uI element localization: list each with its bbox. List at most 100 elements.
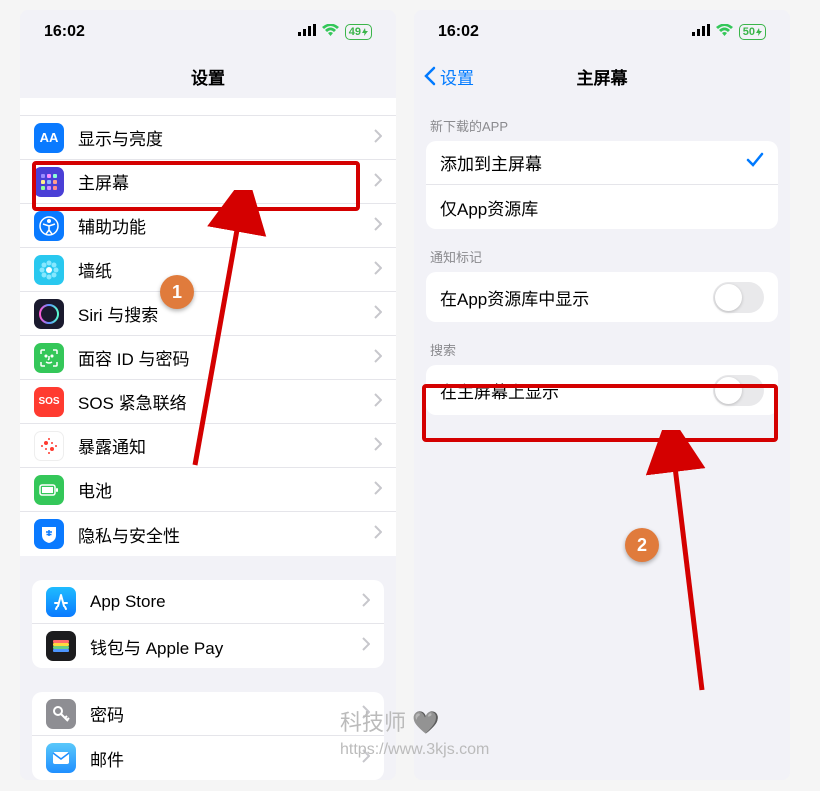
check-icon [746, 151, 764, 174]
mail-icon [46, 743, 76, 773]
key-icon [46, 699, 76, 729]
row-label: 密码 [90, 701, 362, 726]
display-icon: AA [34, 123, 64, 153]
chevron-icon [374, 128, 382, 148]
row-label: 仅App资源库 [440, 195, 764, 220]
phone-settings: 16:02 49 设置 AA 显示与亮度 [20, 10, 396, 780]
battery-icon: 49 [345, 24, 372, 40]
status-time: 16:02 [438, 23, 479, 41]
siri-icon [34, 299, 64, 329]
wifi-icon [716, 23, 733, 41]
row-label: App Store [90, 592, 362, 612]
row-accessibility[interactable]: 辅助功能 [20, 204, 396, 248]
back-label: 设置 [440, 64, 474, 89]
status-right: 50 [692, 23, 766, 41]
row-label: 暴露通知 [78, 433, 374, 458]
settings-list-3: 密码 邮件 [32, 692, 384, 780]
chevron-icon [374, 436, 382, 456]
heart-icon: 🩶 [412, 710, 439, 735]
watermark-url: https://www.3kjs.com [340, 739, 489, 761]
chevron-icon [374, 172, 382, 192]
row-passwords[interactable]: 密码 [32, 692, 384, 736]
section-new-apps: 添加到主屏幕 仅App资源库 [426, 141, 778, 229]
signal-icon [692, 23, 710, 41]
row-label: 主屏幕 [78, 169, 374, 194]
row-privacy[interactable]: 隐私与安全性 [20, 512, 396, 556]
status-bar: 16:02 49 [20, 10, 396, 54]
exposure-icon [34, 431, 64, 461]
section-header-search: 搜索 [414, 322, 790, 365]
battery-icon: 50 [739, 24, 766, 40]
annotation-badge-2: 2 [625, 528, 659, 562]
chevron-icon [374, 524, 382, 544]
row-mail[interactable]: 邮件 [32, 736, 384, 780]
wallpaper-icon [34, 255, 64, 285]
row-add-to-home[interactable]: 添加到主屏幕 [426, 141, 778, 185]
row-battery[interactable]: 电池 [20, 468, 396, 512]
row-wallet[interactable]: 钱包与 Apple Pay [32, 624, 384, 668]
faceid-icon [34, 343, 64, 373]
wifi-icon [322, 23, 339, 41]
nav-bar: 设置 主屏幕 [414, 54, 790, 98]
chevron-icon [362, 636, 370, 656]
section-header-badges: 通知标记 [414, 229, 790, 272]
status-time: 16:02 [44, 23, 85, 41]
row-exposure[interactable]: 暴露通知 [20, 424, 396, 468]
row-show-on-home: 在主屏幕上显示 [426, 365, 778, 415]
row-label: SOS 紧急联络 [78, 389, 374, 414]
settings-list-1: AA 显示与亮度 主屏幕 辅助功能 [20, 116, 396, 556]
row-label: 邮件 [90, 746, 362, 771]
row-label: 隐私与安全性 [78, 522, 374, 547]
section-search: 在主屏幕上显示 [426, 365, 778, 415]
row-label: 辅助功能 [78, 213, 374, 238]
sos-icon: SOS [34, 387, 64, 417]
annotation-badge-1: 1 [160, 275, 194, 309]
page-title: 主屏幕 [577, 64, 628, 89]
accessibility-icon [34, 211, 64, 241]
annotation-arrow-2 [634, 430, 754, 700]
row-label: 面容 ID 与密码 [78, 345, 374, 370]
chevron-icon [374, 260, 382, 280]
row-app-store[interactable]: App Store [32, 580, 384, 624]
row-face-id[interactable]: 面容 ID 与密码 [20, 336, 396, 380]
row-wallpaper[interactable]: 墙纸 [20, 248, 396, 292]
row-home-screen[interactable]: 主屏幕 [20, 160, 396, 204]
home-screen-icon [34, 167, 64, 197]
chevron-icon [374, 480, 382, 500]
row-label: 钱包与 Apple Pay [90, 634, 362, 659]
phone-home-screen-settings: 16:02 50 设置 主屏幕 新下载的APP 添加到主屏幕 [414, 10, 790, 780]
page-title: 设置 [191, 64, 225, 89]
row-show-in-library: 在App资源库中显示 [426, 272, 778, 322]
row-label: 添加到主屏幕 [440, 150, 746, 175]
section-header-new-apps: 新下载的APP [414, 98, 790, 141]
row-app-library-only[interactable]: 仅App资源库 [426, 185, 778, 229]
row-label: 墙纸 [78, 257, 374, 282]
row-label: 显示与亮度 [78, 125, 374, 150]
chevron-icon [362, 592, 370, 612]
section-badges: 在App资源库中显示 [426, 272, 778, 322]
row-label: 在主屏幕上显示 [440, 378, 713, 403]
battery-row-icon [34, 475, 64, 505]
toggle-show-in-library[interactable] [713, 282, 764, 313]
partial-row-top [20, 98, 396, 116]
privacy-icon [34, 519, 64, 549]
appstore-icon [46, 587, 76, 617]
signal-icon [298, 23, 316, 41]
status-right: 49 [298, 23, 372, 41]
chevron-icon [374, 348, 382, 368]
watermark-name: 科技师 [340, 710, 406, 735]
row-sos[interactable]: SOS SOS 紧急联络 [20, 380, 396, 424]
row-label: 在App资源库中显示 [440, 285, 713, 310]
back-button[interactable]: 设置 [424, 64, 474, 89]
chevron-icon [374, 392, 382, 412]
wallet-icon [46, 631, 76, 661]
status-bar: 16:02 50 [414, 10, 790, 54]
watermark: 科技师 🩶 https://www.3kjs.com [340, 708, 489, 761]
chevron-icon [374, 304, 382, 324]
row-siri-search[interactable]: Siri 与搜索 [20, 292, 396, 336]
row-label: Siri 与搜索 [78, 301, 374, 326]
row-display-brightness[interactable]: AA 显示与亮度 [20, 116, 396, 160]
chevron-icon [374, 216, 382, 236]
toggle-show-on-home[interactable] [713, 375, 764, 406]
nav-bar: 设置 [20, 54, 396, 98]
